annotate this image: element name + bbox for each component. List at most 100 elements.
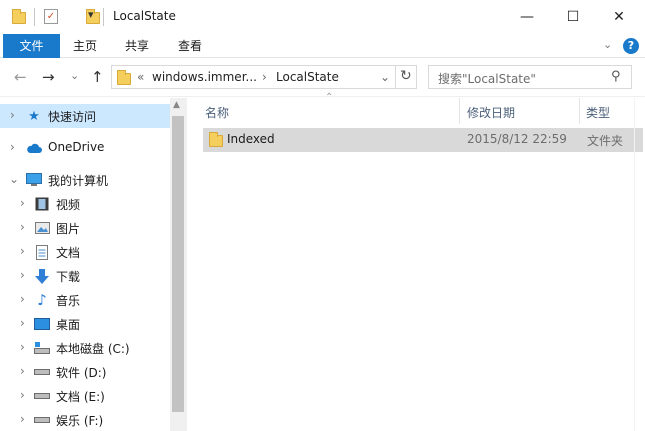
file-name: Indexed <box>227 132 275 146</box>
close-button[interactable]: ✕ <box>596 0 642 34</box>
nav-item-videos[interactable]: › 视频 <box>0 192 170 216</box>
divider <box>634 98 635 431</box>
forward-arrow-icon[interactable]: → <box>42 68 55 86</box>
nav-item-label: 下载 <box>56 270 81 284</box>
picture-icon <box>34 220 50 236</box>
tab-view[interactable]: 查看 <box>165 34 215 58</box>
collapse-chevron-icon[interactable]: ⌄ <box>9 172 19 186</box>
column-divider[interactable] <box>459 98 460 124</box>
drive-icon <box>34 364 50 380</box>
expand-chevron-icon[interactable]: › <box>20 268 25 282</box>
recent-locations-chevron-icon[interactable]: ⌄ <box>70 69 79 82</box>
sort-ascending-icon: ⌃ <box>325 92 334 103</box>
nav-item-drive-f[interactable]: › 娱乐 (F:) <box>0 408 170 431</box>
expand-chevron-icon[interactable]: › <box>10 140 15 154</box>
tab-home[interactable]: 主页 <box>60 34 110 58</box>
drive-icon <box>34 388 50 404</box>
star-icon: ★ <box>28 108 40 124</box>
up-arrow-icon[interactable]: ↑ <box>91 68 104 86</box>
download-icon <box>34 268 50 284</box>
music-icon: ♪ <box>37 291 47 309</box>
close-icon: ✕ <box>613 9 625 25</box>
maximize-icon: ☐ <box>566 9 580 25</box>
breadcrumb-overflow[interactable]: « <box>137 70 144 84</box>
video-icon <box>34 196 50 212</box>
navigation-bar: ← → ⌄ ↑ « windows.immer... › LocalState … <box>0 59 645 97</box>
title-bar: ✓ ▾ LocalState — ☐ ✕ <box>0 0 645 34</box>
folder-icon <box>117 70 131 85</box>
document-icon <box>34 244 50 260</box>
expand-chevron-icon[interactable]: › <box>20 220 25 234</box>
nav-item-label: 音乐 <box>56 294 81 308</box>
expand-chevron-icon[interactable]: › <box>20 388 25 402</box>
nav-item-label: 我的计算机 <box>48 174 109 188</box>
breadcrumb-localstate[interactable]: LocalState <box>276 70 339 84</box>
nav-item-label: 快速访问 <box>48 110 97 124</box>
minimize-icon: — <box>520 9 534 25</box>
search-icon[interactable]: ⚲ <box>611 69 621 84</box>
column-header-date-modified[interactable]: 修改日期 <box>467 104 515 121</box>
column-divider[interactable] <box>579 98 580 124</box>
nav-item-onedrive[interactable]: › OneDrive <box>0 136 170 160</box>
nav-item-desktop[interactable]: › 桌面 <box>0 312 170 336</box>
nav-item-label: 文档 <box>56 246 81 260</box>
expand-ribbon-chevron-icon[interactable]: ⌄ <box>603 38 612 51</box>
search-box[interactable]: 搜索"LocalState" ⚲ <box>428 65 632 89</box>
folder-icon <box>209 132 223 147</box>
scroll-up-icon[interactable]: ▲ <box>173 100 180 110</box>
expand-chevron-icon[interactable]: › <box>20 196 25 210</box>
back-arrow-icon[interactable]: ← <box>14 68 27 86</box>
expand-chevron-icon[interactable]: › <box>20 364 25 378</box>
expand-chevron-icon[interactable]: › <box>20 340 25 354</box>
divider <box>395 66 396 88</box>
scrollbar-thumb[interactable] <box>172 116 184 412</box>
column-header-type[interactable]: 类型 <box>586 104 610 121</box>
expand-chevron-icon[interactable]: › <box>20 412 25 426</box>
nav-item-downloads[interactable]: › 下载 <box>0 264 170 288</box>
breadcrumb-windows-immersive[interactable]: windows.immer... <box>152 70 257 84</box>
system-drive-icon <box>34 340 50 356</box>
file-list: ⌃ 名称 修改日期 类型 Indexed 2015/8/12 22:59 文件夹 <box>187 92 645 431</box>
nav-item-drive-c[interactable]: › 本地磁盘 (C:) <box>0 336 170 360</box>
nav-item-label: 本地磁盘 (C:) <box>56 342 130 356</box>
address-dropdown-chevron-icon[interactable]: ⌄ <box>380 70 390 84</box>
breadcrumb-chevron-icon[interactable]: › <box>262 70 267 84</box>
nav-item-label: 桌面 <box>56 318 81 332</box>
desktop-icon <box>34 316 50 332</box>
file-row[interactable]: Indexed 2015/8/12 22:59 文件夹 <box>203 128 643 152</box>
nav-item-documents[interactable]: › 文档 <box>0 240 170 264</box>
nav-item-my-computer[interactable]: ⌄ 我的计算机 <box>0 168 170 192</box>
nav-pane-scrollbar[interactable]: ▲ <box>170 98 186 431</box>
navigation-pane: › ★ 快速访问 › OneDrive ⌄ 我的计算机 › 视频 › 图片 › … <box>0 98 186 431</box>
expand-chevron-icon[interactable]: › <box>20 244 25 258</box>
nav-item-music[interactable]: › ♪ 音乐 <box>0 288 170 312</box>
column-header-name[interactable]: 名称 <box>205 104 229 121</box>
nav-item-label: 图片 <box>56 222 81 236</box>
properties-icon[interactable]: ✓ <box>44 9 58 24</box>
nav-item-pictures[interactable]: › 图片 <box>0 216 170 240</box>
nav-item-drive-e[interactable]: › 文档 (E:) <box>0 384 170 408</box>
help-icon[interactable]: ? <box>623 38 639 54</box>
nav-item-label: 视频 <box>56 198 81 212</box>
nav-item-drive-d[interactable]: › 软件 (D:) <box>0 360 170 384</box>
tab-share[interactable]: 共享 <box>112 34 162 58</box>
expand-chevron-icon[interactable]: › <box>20 292 25 306</box>
customize-toolbar-chevron-icon[interactable]: ▾ <box>88 8 94 21</box>
search-placeholder[interactable]: 搜索"LocalState" <box>438 70 536 87</box>
nav-item-label: 娱乐 (F:) <box>56 414 104 428</box>
nav-item-quick-access[interactable]: › ★ 快速访问 <box>0 104 170 128</box>
cloud-icon <box>26 140 42 156</box>
folder-icon <box>12 9 26 24</box>
drive-icon <box>34 412 50 428</box>
minimize-button[interactable]: — <box>504 0 550 34</box>
refresh-icon[interactable]: ↻ <box>400 68 412 84</box>
maximize-button[interactable]: ☐ <box>550 0 596 34</box>
nav-item-label: OneDrive <box>48 140 105 154</box>
nav-item-label: 软件 (D:) <box>56 366 107 380</box>
tab-file[interactable]: 文件 <box>3 34 60 58</box>
window-title: LocalState <box>113 9 176 23</box>
ribbon: 文件 主页 共享 查看 ⌄ ? <box>0 34 645 58</box>
expand-chevron-icon[interactable]: › <box>10 108 15 122</box>
address-bar[interactable]: « windows.immer... › LocalState ⌄ ↻ <box>111 65 417 89</box>
expand-chevron-icon[interactable]: › <box>20 316 25 330</box>
